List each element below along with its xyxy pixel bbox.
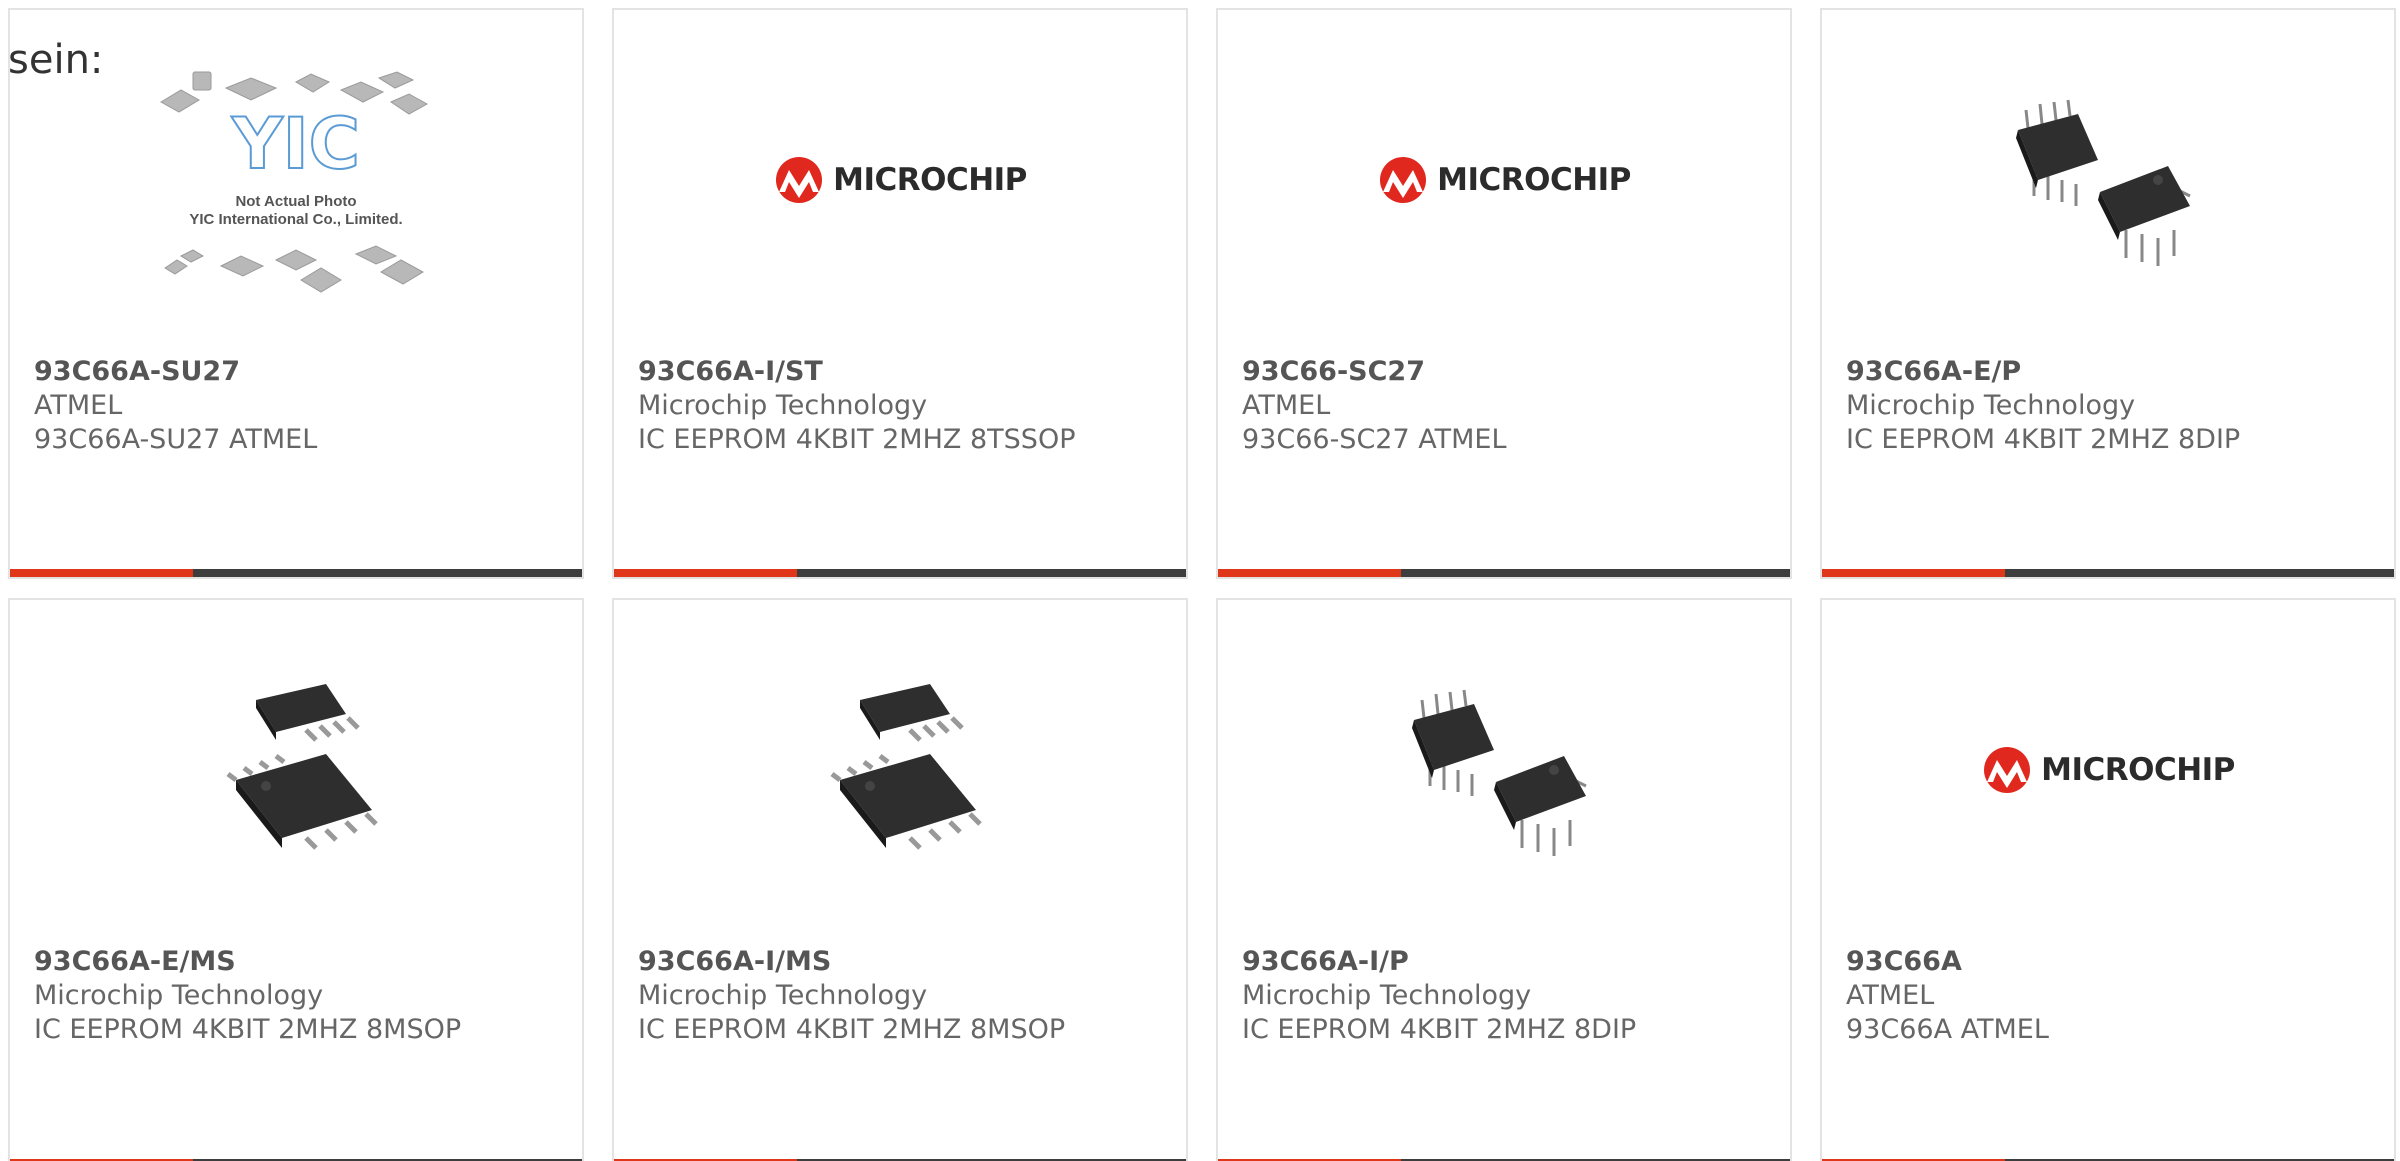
- part-number-link[interactable]: 93C66A-E/P: [1846, 355, 2384, 389]
- card-accent-bar: [614, 569, 797, 577]
- msop-chip-icon: [830, 684, 982, 850]
- card-bottom-bar: [10, 569, 582, 577]
- product-card[interactable]: 93C66A-I/MS Microchip Technology IC EEPR…: [612, 598, 1188, 1161]
- description: IC EEPROM 4KBIT 2MHZ 8TSSOP: [638, 424, 1076, 455]
- product-card[interactable]: YIC Not Actual Photo YIC International C…: [8, 8, 584, 579]
- card-bottom-bar: [1218, 569, 1790, 577]
- manufacturer: ATMEL: [1242, 390, 1331, 421]
- yic-logo-text: YIC: [231, 103, 360, 185]
- microchip-logo-text: MICROCHIP: [1437, 162, 1631, 198]
- product-card[interactable]: MICROCHIP 93C66A-I/ST Microchip Technolo…: [612, 8, 1188, 579]
- product-card[interactable]: MICROCHIP 93C66A ATMEL 93C66A ATMEL: [1820, 598, 2396, 1161]
- dip-chip-icon: [1412, 689, 1587, 856]
- part-number-link[interactable]: 93C66A-E/MS: [34, 945, 572, 979]
- manufacturer: Microchip Technology: [638, 980, 928, 1011]
- description: IC EEPROM 4KBIT 2MHZ 8MSOP: [638, 1014, 1066, 1045]
- product-info: 93C66A-E/MS Microchip Technology IC EEPR…: [34, 945, 572, 1047]
- product-info: 93C66A-I/ST Microchip Technology IC EEPR…: [638, 355, 1176, 457]
- product-image-msop-8-chips[interactable]: [614, 662, 1186, 878]
- microchip-logo-text: MICROCHIP: [833, 162, 1027, 198]
- microchip-logo: MICROCHIP: [1981, 746, 2235, 794]
- description: IC EEPROM 4KBIT 2MHZ 8DIP: [1846, 424, 2241, 455]
- card-accent-bar: [1822, 569, 2005, 577]
- product-image-microchip-logo[interactable]: MICROCHIP: [1822, 662, 2394, 878]
- description: 93C66A ATMEL: [1846, 1014, 2049, 1045]
- description: IC EEPROM 4KBIT 2MHZ 8MSOP: [34, 1014, 462, 1045]
- part-number-link[interactable]: 93C66A-SU27: [34, 355, 572, 389]
- description: IC EEPROM 4KBIT 2MHZ 8DIP: [1242, 1014, 1637, 1045]
- part-number-link[interactable]: 93C66A-I/P: [1242, 945, 1780, 979]
- placeholder-chips-icon: YIC Not Actual Photo YIC International C…: [160, 71, 429, 293]
- part-number-link[interactable]: 93C66A-I/MS: [638, 945, 1176, 979]
- svg-text:Not Actual Photo: Not Actual Photo: [235, 193, 356, 210]
- product-info: 93C66A-I/P Microchip Technology IC EEPRO…: [1242, 945, 1780, 1047]
- product-info: 93C66A-SU27 ATMEL 93C66A-SU27 ATMEL: [34, 355, 572, 457]
- card-bottom-bar: [614, 569, 1186, 577]
- microchip-logo-icon: [1380, 157, 1427, 203]
- product-card[interactable]: 93C66A-I/P Microchip Technology IC EEPRO…: [1216, 598, 1792, 1161]
- svg-text:YIC International Co., Limited: YIC International Co., Limited.: [189, 211, 402, 228]
- part-number-link[interactable]: 93C66A: [1846, 945, 2384, 979]
- manufacturer: Microchip Technology: [34, 980, 324, 1011]
- product-image-microchip-logo[interactable]: MICROCHIP: [614, 72, 1186, 288]
- product-card[interactable]: MICROCHIP 93C66-SC27 ATMEL 93C66-SC27 AT…: [1216, 8, 1792, 579]
- product-info: 93C66A ATMEL 93C66A ATMEL: [1846, 945, 2384, 1047]
- product-image-microchip-logo[interactable]: MICROCHIP: [1218, 72, 1790, 288]
- product-card[interactable]: 93C66A-E/MS Microchip Technology IC EEPR…: [8, 598, 584, 1161]
- description: 93C66A-SU27 ATMEL: [34, 424, 318, 455]
- manufacturer: Microchip Technology: [1242, 980, 1532, 1011]
- product-card[interactable]: 93C66A-E/P Microchip Technology IC EEPRO…: [1820, 8, 2396, 579]
- product-info: 93C66-SC27 ATMEL 93C66-SC27 ATMEL: [1242, 355, 1780, 457]
- product-info: 93C66A-I/MS Microchip Technology IC EEPR…: [638, 945, 1176, 1047]
- product-image-dip-8-chips[interactable]: [1822, 72, 2394, 288]
- product-info: 93C66A-E/P Microchip Technology IC EEPRO…: [1846, 355, 2384, 457]
- part-number-link[interactable]: 93C66-SC27: [1242, 355, 1780, 389]
- microchip-logo: MICROCHIP: [773, 156, 1027, 204]
- microchip-logo-text: MICROCHIP: [2041, 752, 2235, 788]
- manufacturer: ATMEL: [1846, 980, 1935, 1011]
- dip-chip-icon: [2016, 99, 2191, 266]
- product-image-not-actual-photo[interactable]: YIC Not Actual Photo YIC International C…: [10, 71, 582, 293]
- intro-text: sein:: [8, 37, 104, 83]
- microchip-logo-icon: [1984, 747, 2031, 793]
- manufacturer: Microchip Technology: [638, 390, 928, 421]
- description: 93C66-SC27 ATMEL: [1242, 424, 1507, 455]
- manufacturer: Microchip Technology: [1846, 390, 2136, 421]
- product-image-dip-8-chips[interactable]: [1218, 662, 1790, 878]
- manufacturer: ATMEL: [34, 390, 123, 421]
- part-number-link[interactable]: 93C66A-I/ST: [638, 355, 1176, 389]
- microchip-logo-icon: [776, 157, 823, 203]
- card-accent-bar: [10, 569, 193, 577]
- card-accent-bar: [1218, 569, 1401, 577]
- msop-chip-icon: [226, 684, 378, 850]
- card-bottom-bar: [1822, 569, 2394, 577]
- microchip-logo: MICROCHIP: [1377, 156, 1631, 204]
- product-image-msop-8-chips[interactable]: [10, 662, 582, 878]
